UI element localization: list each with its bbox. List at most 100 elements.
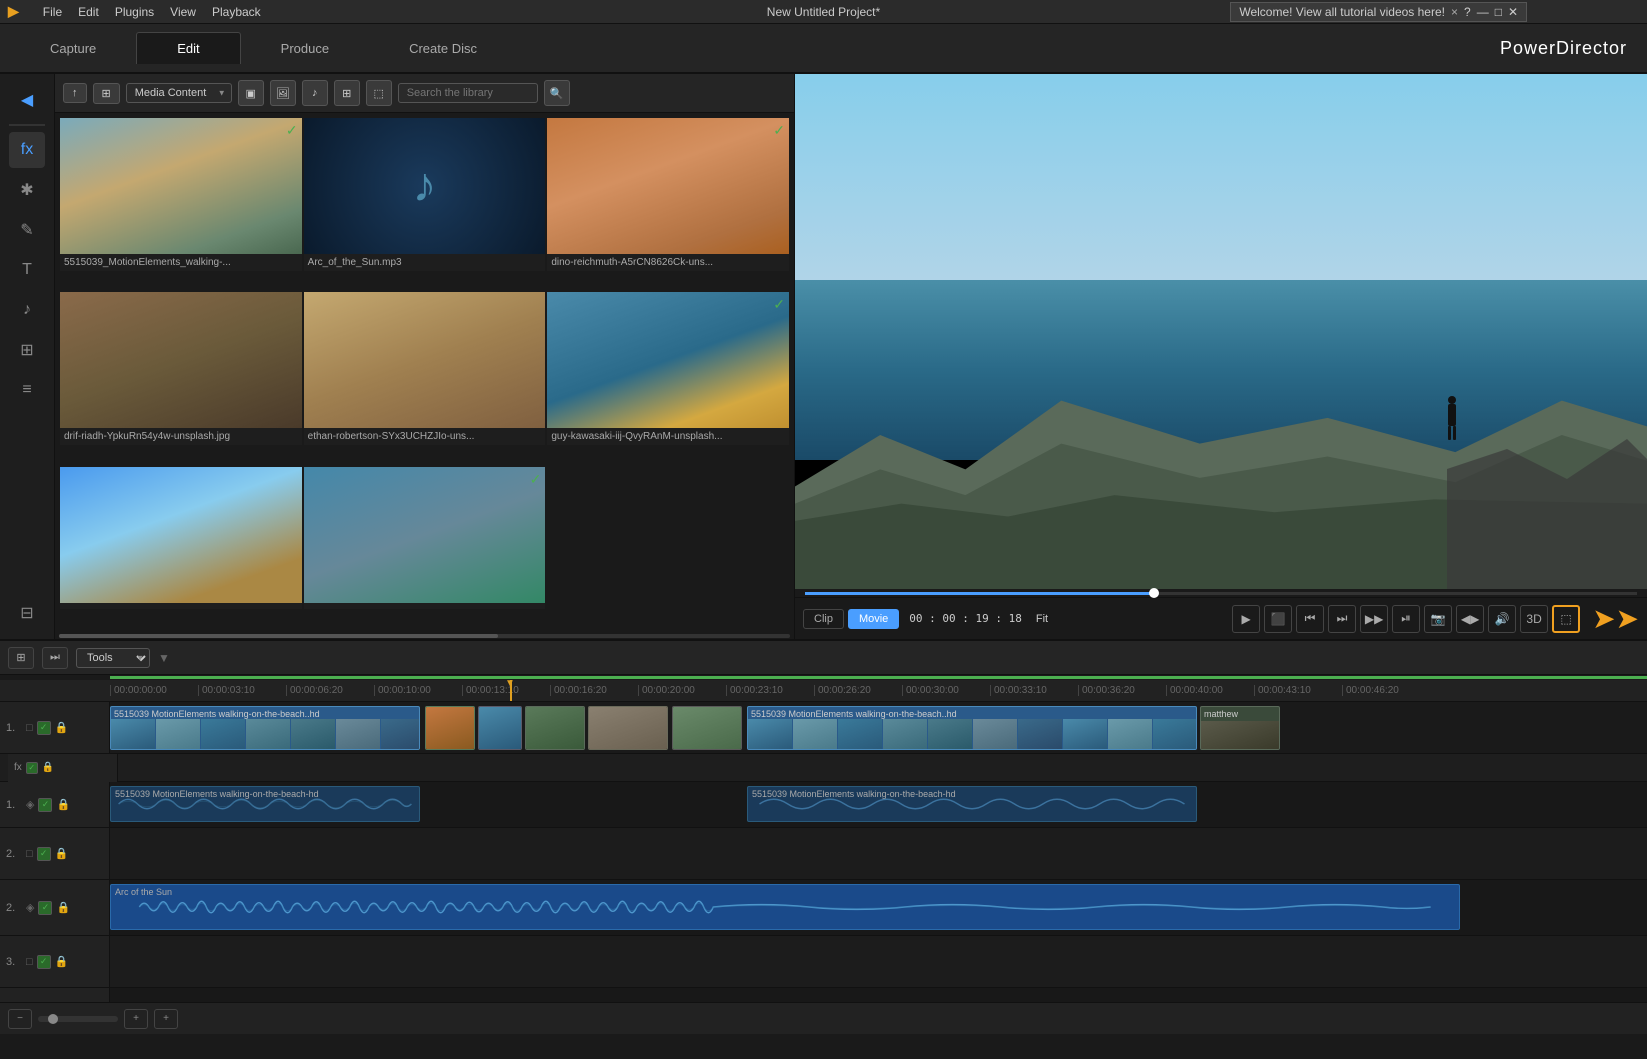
media-label: drif-riadh-YpkuRn54y4w-unsplash.jpg (60, 428, 302, 445)
tools-chevron-icon: ▼ (158, 651, 170, 665)
undock-button[interactable]: ⬚ (1552, 605, 1580, 633)
welcome-close[interactable]: × (1451, 5, 1458, 19)
list-view-button[interactable]: ⊞ (334, 80, 360, 106)
menu-plugins[interactable]: Plugins (115, 5, 154, 19)
list-item[interactable]: ♪ Arc_of_the_Sun.mp3 (303, 117, 547, 291)
video-clip[interactable] (525, 706, 585, 750)
import-button[interactable]: ↑ (63, 83, 87, 103)
tab-create-disc[interactable]: Create Disc (369, 33, 517, 64)
search-input[interactable] (398, 83, 538, 103)
maximize-icon[interactable]: □ (1495, 5, 1502, 19)
menu-file[interactable]: File (43, 5, 62, 19)
stop-button[interactable]: ⬛ (1264, 605, 1292, 633)
timeline-ruler: 00:00:00:00 00:00:03:10 00:00:06:20 00:0… (0, 680, 1647, 702)
list-item[interactable]: ✓ (303, 466, 547, 629)
3d-button[interactable]: 3D (1520, 605, 1548, 633)
track-video-icon: □ (26, 722, 33, 734)
track-header-1: 1. □ ✓ 🔒 (0, 702, 110, 753)
screenshot-button[interactable]: 📷 (1424, 605, 1452, 633)
pause-button[interactable]: ⏯ (1392, 605, 1420, 633)
preview-panel: Clip Movie 00 : 00 : 19 : 18 Fit ▶ ⬛ ⏮ ⏭… (795, 74, 1647, 639)
sidebar-icon-caption[interactable]: ≡ (9, 372, 45, 408)
video-clip[interactable] (425, 706, 475, 750)
audio-clip[interactable]: 5515039 MotionElements walking-on-the-be… (110, 786, 420, 822)
sidebar-icon-media[interactable]: fx (9, 132, 45, 168)
help-icon[interactable]: ? (1464, 5, 1471, 19)
list-item[interactable]: ✓ 5515039_MotionElements_walking-... (59, 117, 303, 291)
list-item[interactable]: ✓ dino-reichmuth-A5rCN8626Ck-uns... (546, 117, 790, 291)
search-button[interactable]: 🔍 (544, 80, 570, 106)
sidebar-icon-collapse[interactable]: ◀ (9, 82, 45, 118)
volume-button[interactable]: 🔊 (1488, 605, 1516, 633)
track-lock-icon[interactable]: 🔒 (56, 798, 70, 811)
clip-button[interactable]: Clip (803, 609, 844, 629)
track-lock-icon[interactable]: 🔒 (55, 847, 69, 860)
video-clip[interactable]: 5515039 MotionElements walking-on-the-be… (747, 706, 1197, 750)
tab-edit[interactable]: Edit (136, 32, 240, 64)
track-number: 2. (6, 848, 22, 860)
audio-clip-arc[interactable]: Arc of the Sun (110, 884, 1460, 930)
audio-clip[interactable]: 5515039 MotionElements walking-on-the-be… (747, 786, 1197, 822)
list-item[interactable]: drif-riadh-YpkuRn54y4w-unsplash.jpg (59, 291, 303, 465)
timeline-add-button[interactable]: ⊞ (8, 647, 34, 669)
sidebar-icon-paint[interactable]: ✎ (9, 212, 45, 248)
add-track-button[interactable]: + (154, 1009, 178, 1029)
video-clip[interactable]: matthew (1200, 706, 1280, 750)
list-item[interactable]: ✓ guy-kawasaki-iij-QvyRAnM-unsplash... (546, 291, 790, 465)
close-icon[interactable]: ✕ (1508, 5, 1518, 19)
scene-sky (795, 74, 1647, 280)
video-clip[interactable]: 5515039 MotionElements walking-on-the-be… (110, 706, 420, 750)
video-clip[interactable] (672, 706, 742, 750)
fx-lock-icon[interactable]: 🔒 (42, 762, 54, 773)
zoom-in-button[interactable]: + (124, 1009, 148, 1029)
zoom-button[interactable]: ⬚ (366, 80, 392, 106)
list-item[interactable] (59, 466, 303, 629)
minimize-icon[interactable]: — (1477, 5, 1489, 19)
media-toolbar: ↑ ⊞ Media Content ▣ 🖼 ♪ ⊞ ⬚ 🔍 (55, 74, 794, 113)
video-clip[interactable] (588, 706, 668, 750)
sidebar-icon-title[interactable]: T (9, 252, 45, 288)
next-frame-button[interactable]: ⏭ (1328, 605, 1356, 633)
zoom-slider-handle[interactable] (48, 1014, 58, 1024)
sidebar-icon-bottom[interactable]: ⊟ (9, 595, 45, 631)
track-check[interactable]: ✓ (37, 721, 51, 735)
prev-frame-button[interactable]: ⏮ (1296, 605, 1324, 633)
check-badge: ✓ (286, 122, 298, 139)
track-lock-icon[interactable]: 🔒 (55, 955, 69, 968)
list-item[interactable]: ethan-robertson-SYx3UCHZJIo-uns... (303, 291, 547, 465)
content-type-dropdown[interactable]: Media Content (126, 83, 232, 103)
timeline-skip-button[interactable]: ⏭ (42, 647, 68, 669)
play-button[interactable]: ▶ (1232, 605, 1260, 633)
playhead[interactable] (510, 680, 512, 701)
sidebar-icon-fx[interactable]: ✱ (9, 172, 45, 208)
tab-produce[interactable]: Produce (241, 33, 369, 64)
scrubber-handle[interactable] (1149, 588, 1159, 598)
video-clip[interactable] (478, 706, 522, 750)
image-view-button[interactable]: 🖼 (270, 80, 296, 106)
menu-view[interactable]: View (170, 5, 196, 19)
timeline-section: ⊞ ⏭ Tools ▼ 00:00:00:00 00:00:03:10 00:0… (0, 639, 1647, 1034)
preview-scrubber[interactable] (795, 589, 1647, 597)
in-out-button[interactable]: ◀▶ (1456, 605, 1484, 633)
track-check[interactable]: ✓ (37, 847, 51, 861)
tab-capture[interactable]: Capture (10, 33, 136, 64)
sidebar-icon-transition[interactable]: ⊞ (9, 332, 45, 368)
puzzle-button[interactable]: ⊞ (93, 83, 120, 104)
track-check[interactable]: ✓ (38, 798, 52, 812)
track-number: 2. (6, 902, 22, 914)
track-lock-icon[interactable]: 🔒 (56, 901, 70, 914)
tools-dropdown[interactable]: Tools (76, 648, 150, 668)
track-check[interactable]: ✓ (38, 901, 52, 915)
menu-playback[interactable]: Playback (212, 5, 261, 19)
zoom-out-button[interactable]: − (8, 1009, 32, 1029)
fx-check[interactable]: ✓ (26, 762, 38, 774)
sidebar-icon-audio[interactable]: ♪ (9, 292, 45, 328)
movie-button[interactable]: Movie (848, 609, 899, 629)
music-view-button[interactable]: ♪ (302, 80, 328, 106)
fast-forward-button[interactable]: ▶▶ (1360, 605, 1388, 633)
media-label: Arc_of_the_Sun.mp3 (304, 254, 546, 271)
track-check[interactable]: ✓ (37, 955, 51, 969)
grid-view-button[interactable]: ▣ (238, 80, 264, 106)
track-lock-icon[interactable]: 🔒 (55, 721, 69, 734)
menu-edit[interactable]: Edit (78, 5, 99, 19)
